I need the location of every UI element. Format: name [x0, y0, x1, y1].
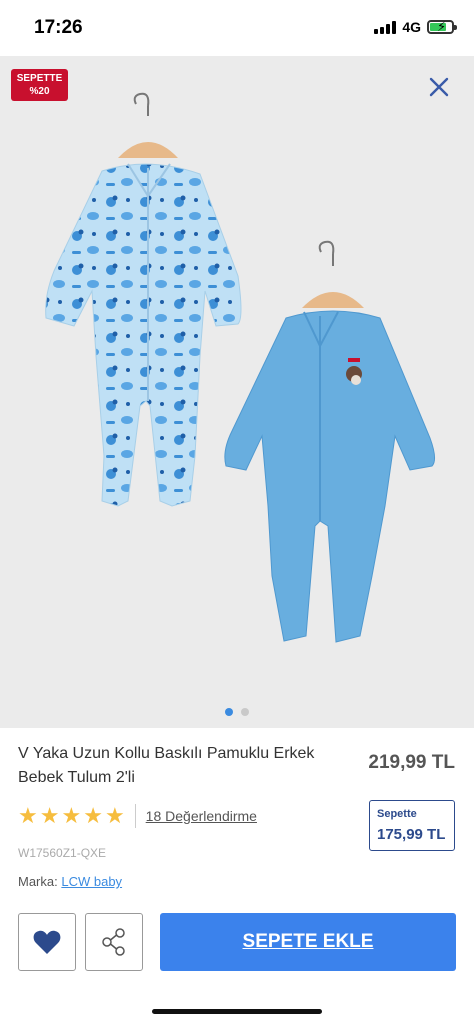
star-icon: ★ — [61, 803, 82, 828]
rating-divider — [134, 804, 136, 828]
status-indicators: 4G ⚡ — [374, 19, 457, 35]
cart-price-value: 175,99 TL — [377, 826, 446, 843]
discount-badge-line2: %20 — [29, 86, 50, 97]
product-image — [45, 92, 436, 643]
share-button[interactable] — [85, 913, 143, 971]
home-indicator — [152, 1009, 322, 1014]
star-icon: ★ — [104, 803, 125, 828]
cart-price-label: Sepette — [377, 808, 417, 820]
close-button[interactable] — [426, 74, 452, 100]
gallery-pagination — [0, 708, 474, 716]
reviews-link[interactable]: 18 Değerlendirme — [146, 808, 257, 824]
brand-label: Marka: — [18, 874, 58, 889]
product-price: 219,99 TL — [368, 752, 455, 773]
favorite-button[interactable] — [18, 913, 76, 971]
close-icon — [429, 77, 449, 97]
rating-row: ★ ★ ★ ★ ★ 18 Değerlendirme — [18, 804, 257, 828]
star-icon: ★ — [83, 803, 103, 828]
battery-icon: ⚡ — [427, 19, 457, 34]
action-bar: SEPETE EKLE — [0, 912, 474, 972]
status-bar: 17:26 4G ⚡ — [0, 0, 474, 56]
product-gallery[interactable]: SEPETTE %20 — [0, 56, 474, 728]
status-time: 17:26 — [34, 17, 83, 38]
star-icon: ★ — [18, 803, 38, 828]
product-title: V Yaka Uzun Kollu Baskılı Pamuklu Erkek … — [18, 745, 315, 786]
signal-icon — [374, 20, 397, 34]
rating-stars: ★ ★ ★ ★ ★ — [18, 805, 125, 827]
network-type: 4G — [402, 19, 421, 35]
add-to-cart-button[interactable]: SEPETE EKLE — [160, 913, 456, 971]
star-icon: ★ — [39, 803, 60, 828]
pagination-dot-active[interactable] — [225, 708, 233, 716]
discount-badge: SEPETTE %20 — [11, 69, 68, 101]
pagination-dot[interactable] — [241, 708, 249, 716]
brand-link[interactable]: LCW baby — [61, 874, 122, 889]
brand-row: Marka: LCW baby — [18, 874, 122, 889]
share-icon — [102, 928, 125, 956]
product-sku: W17560Z1-QXE — [18, 846, 107, 860]
heart-icon — [33, 930, 61, 954]
cart-price-box: Sepette 175,99 TL — [369, 800, 455, 851]
discount-badge-line1: SEPETTE — [16, 73, 63, 84]
